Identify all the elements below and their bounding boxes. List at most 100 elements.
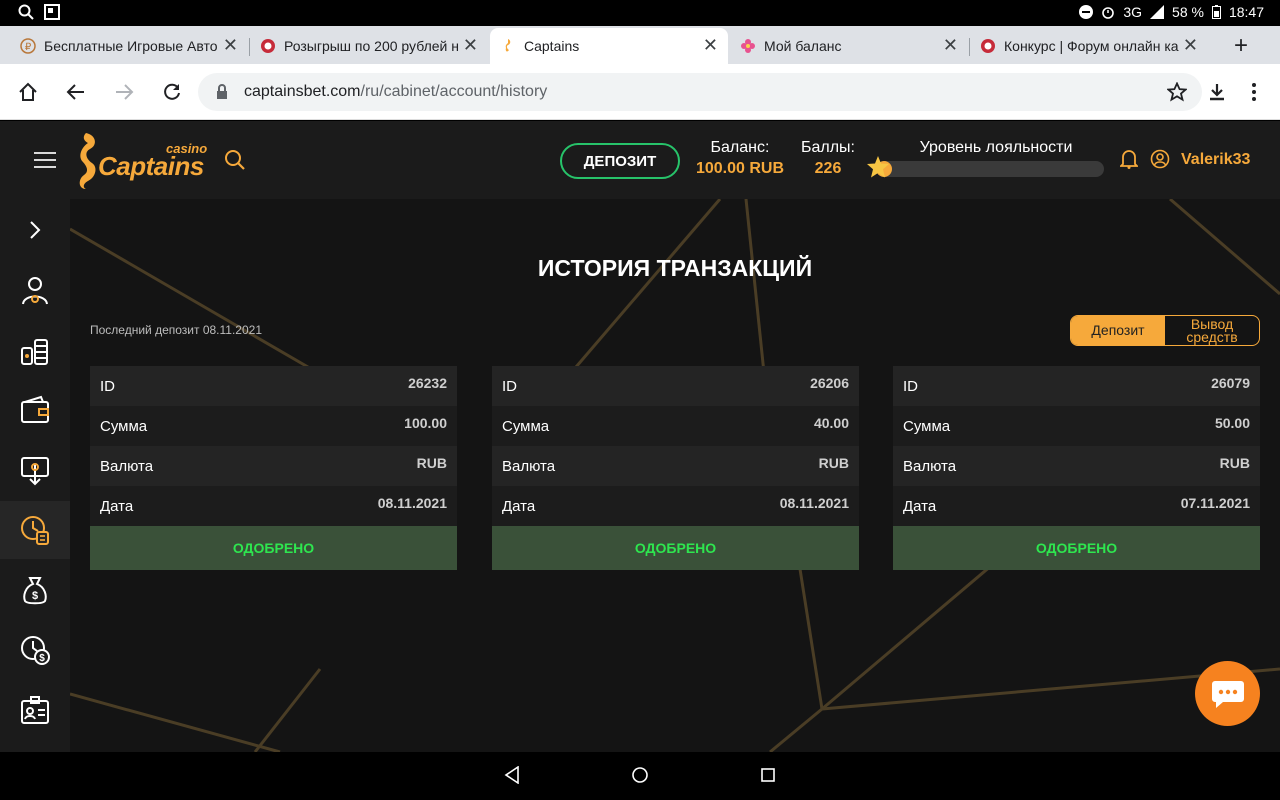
row-label: ID — [100, 377, 115, 395]
battery-percent: 58 % — [1172, 4, 1204, 20]
tab-1[interactable]: ₽ Бесплатные Игровые Авто ✕ — [10, 28, 248, 64]
back-icon[interactable] — [62, 78, 90, 106]
transaction-currency: RUB — [416, 455, 447, 471]
coins-icon — [21, 339, 48, 365]
chat-icon — [1211, 680, 1244, 708]
balance-label: Баланс: — [710, 139, 770, 156]
row-label: Валюта — [903, 457, 957, 475]
address-bar[interactable]: captainsbet.com/ru/cabinet/account/histo… — [198, 73, 1202, 111]
close-icon[interactable]: ✕ — [223, 36, 238, 54]
row-label: Дата — [502, 497, 536, 515]
points: Баллы: 226 — [800, 139, 856, 178]
battery-icon — [1211, 5, 1221, 19]
balance-value: 100.00 RUB — [695, 160, 785, 177]
more-menu-icon[interactable] — [1240, 78, 1268, 106]
tab-title: Captains — [524, 38, 580, 54]
forward-icon[interactable] — [110, 78, 138, 106]
toggle-withdraw[interactable]: Вывод средств — [1165, 316, 1259, 345]
new-tab-icon[interactable]: + — [1234, 32, 1248, 60]
svg-text:₽: ₽ — [25, 42, 32, 53]
transaction-amount: 50.00 — [1214, 415, 1250, 431]
dnd-icon — [1079, 5, 1094, 19]
profile-icon — [22, 277, 48, 305]
loyalty-progress-bar — [876, 161, 1104, 177]
row-label: Дата — [903, 497, 937, 515]
clock: 18:47 — [1228, 4, 1264, 20]
row-currency: Валюта RUB — [90, 446, 457, 486]
row-label: Валюта — [502, 457, 556, 475]
logo-brand-text: Captains — [98, 151, 204, 181]
tab-title: Бесплатные Игровые Авто — [44, 38, 218, 54]
logo[interactable]: casino Captains — [74, 129, 214, 191]
loyalty-label: Уровень лояльности — [919, 139, 1073, 156]
toggle-deposit[interactable]: Депозит — [1071, 316, 1165, 345]
page-title: ИСТОРИЯ ТРАНЗАКЦИЙ — [537, 255, 813, 281]
hamburger-menu-icon[interactable] — [34, 152, 56, 168]
chat-button[interactable] — [1195, 661, 1260, 726]
transaction-type-toggle: Депозит Вывод средств — [1070, 315, 1260, 346]
reload-icon[interactable] — [158, 78, 186, 106]
sidebar-item-verification[interactable] — [0, 681, 70, 739]
transaction-date: 08.11.2021 — [377, 495, 447, 511]
tab-5[interactable]: Конкурс | Форум онлайн ка ✕ — [970, 28, 1208, 64]
username[interactable]: Valerik33 — [1181, 151, 1250, 169]
tab-4[interactable]: Мой баланс ✕ — [730, 28, 968, 64]
home-icon[interactable] — [14, 78, 42, 106]
row-amount: Сумма 40.00 — [492, 406, 859, 446]
transaction-date: 07.11.2021 — [1180, 495, 1250, 511]
sidebar-expand[interactable] — [0, 201, 70, 259]
tab-2[interactable]: Розыгрыш по 200 рублей н ✕ — [250, 28, 488, 64]
money-bag-icon: $ — [23, 577, 47, 605]
sidebar-item-bonus[interactable]: $ — [0, 561, 70, 619]
network-label: 3G — [1123, 4, 1143, 20]
transaction-amount: 40.00 — [813, 415, 849, 431]
row-label: ID — [903, 377, 918, 395]
sidebar-item-profile[interactable] — [0, 261, 70, 319]
nav-back-icon[interactable] — [504, 766, 520, 784]
sidebar-item-cashback[interactable]: $ — [0, 621, 70, 679]
search-icon — [18, 4, 34, 20]
svg-text:$: $ — [39, 653, 45, 664]
status-badge: ОДОБРЕНО — [492, 526, 859, 570]
bell-icon[interactable] — [1118, 149, 1140, 174]
download-icon[interactable] — [1203, 78, 1231, 106]
sidebar-item-coins[interactable] — [0, 321, 70, 379]
status-bar: 3G 58 % 18:47 — [0, 0, 1280, 26]
row-label: Сумма — [502, 417, 550, 435]
nav-recents-icon[interactable] — [760, 766, 776, 784]
tab-3[interactable]: Captains ✕ — [490, 28, 728, 64]
seahorse-icon — [500, 38, 516, 54]
status-badge: ОДОБРЕНО — [893, 526, 1260, 570]
row-date: Дата 07.11.2021 — [893, 486, 1260, 526]
deposit-button[interactable]: ДЕПОЗИТ — [560, 143, 680, 179]
close-icon[interactable]: ✕ — [463, 36, 478, 54]
transaction-id: 26232 — [408, 375, 447, 391]
url-host: captainsbet.com — [244, 83, 361, 100]
sidebar-item-withdraw[interactable] — [0, 441, 70, 499]
close-icon[interactable]: ✕ — [943, 36, 958, 54]
transaction-card: ID 26206 Сумма 40.00 Валюта RUB Дата 08.11.2… — [492, 366, 859, 570]
chevron-right-icon — [30, 221, 41, 239]
flower-icon — [740, 38, 756, 54]
transaction-id: 26206 — [810, 375, 849, 391]
site-header: casino Captains ДЕПОЗИТ Баланс: 100.00 R… — [0, 121, 1280, 199]
id-card-icon — [21, 696, 49, 724]
points-label: Баллы: — [800, 139, 855, 156]
main-content: ИСТОРИЯ ТРАНЗАКЦИЙ Последний депозит 08.… — [70, 199, 1280, 752]
star-icon[interactable] — [1163, 78, 1191, 106]
signal-icon — [1150, 5, 1165, 19]
search-icon[interactable] — [224, 149, 246, 176]
sidebar-item-wallet[interactable] — [0, 381, 70, 439]
loyalty-level: Уровень лояльности — [866, 139, 1106, 178]
nav-home-icon[interactable] — [631, 766, 649, 784]
row-id: ID 26079 — [893, 366, 1260, 406]
coin-icon: ₽ — [20, 38, 36, 54]
close-icon[interactable]: ✕ — [1183, 36, 1198, 54]
user-icon[interactable] — [1150, 149, 1170, 174]
tab-title: Розыгрыш по 200 рублей н — [284, 38, 459, 54]
row-date: Дата 08.11.2021 — [492, 486, 859, 526]
svg-text:$: $ — [32, 590, 38, 602]
close-icon[interactable]: ✕ — [703, 36, 718, 54]
clock-dollar-icon: $ — [21, 636, 50, 665]
sidebar-item-history[interactable] — [0, 501, 70, 559]
